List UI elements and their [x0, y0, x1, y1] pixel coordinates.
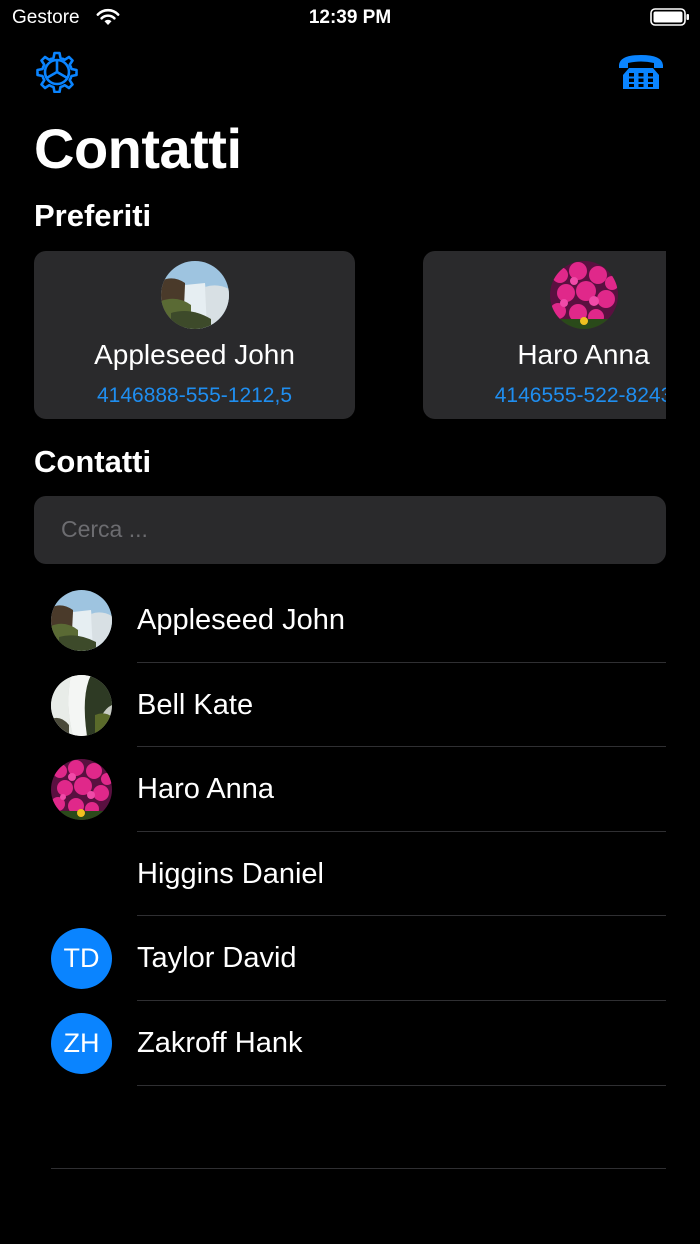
battery-icon: [650, 8, 689, 26]
list-item[interactable]: TD Taylor David: [0, 916, 700, 1001]
contact-list: Appleseed John Bell Kate Haro Anna Higgi…: [0, 578, 700, 1086]
list-item[interactable]: Higgins Daniel: [0, 832, 700, 917]
status-bar: Gestore 12:39 PM: [0, 0, 700, 36]
favorite-name: Appleseed John: [94, 339, 295, 370]
avatar: [160, 261, 229, 329]
waterfall-photo: [160, 261, 229, 329]
clock: 12:39 PM: [308, 7, 392, 28]
river-photo: [51, 674, 112, 736]
favorites-heading: Preferiti: [34, 198, 152, 233]
gear-icon[interactable]: [36, 51, 78, 93]
favorites-carousel[interactable]: Appleseed John 4146888-555-1212,5 Haro A…: [34, 251, 666, 421]
divider: [137, 1084, 666, 1086]
contact-name: Taylor David: [137, 942, 297, 975]
avatar: [549, 261, 618, 329]
favorite-card-appleseed[interactable]: Appleseed John 4146888-555-1212,5: [34, 251, 355, 419]
contact-name: Haro Anna: [137, 773, 275, 806]
contacts-heading: Contatti: [34, 444, 152, 479]
contact-name: Higgins Daniel: [137, 857, 324, 890]
contact-name: Zakroff Hank: [137, 1026, 303, 1059]
search-input[interactable]: Cerca ...: [34, 496, 666, 564]
flowers-photo: [51, 759, 112, 821]
list-item[interactable]: Appleseed John: [0, 578, 700, 663]
list-item[interactable]: ZH Zakroff Hank: [0, 1001, 700, 1086]
contact-name: Bell Kate: [137, 688, 254, 721]
avatar-initials: ZH: [51, 1012, 112, 1074]
favorite-phone[interactable]: 4146888-555-1212,5: [34, 384, 355, 408]
avatar: [51, 759, 112, 821]
page-title: Contatti: [34, 117, 242, 180]
search-placeholder: Cerca ...: [61, 516, 148, 542]
favorite-name: Haro Anna: [517, 339, 650, 370]
favorite-card-haro[interactable]: Haro Anna 4146555-522-8243: [423, 251, 666, 419]
flowers-photo: [549, 261, 618, 329]
phone-icon[interactable]: [616, 52, 666, 92]
favorite-phone[interactable]: 4146555-522-8243: [423, 384, 666, 408]
avatar: [51, 590, 112, 651]
avatar: [51, 674, 112, 736]
divider: [51, 1168, 666, 1169]
list-item[interactable]: Bell Kate: [0, 663, 700, 748]
contact-name: Appleseed John: [137, 604, 345, 636]
list-item[interactable]: Haro Anna: [0, 747, 700, 832]
avatar-initials: TD: [51, 928, 112, 990]
waterfall-photo: [51, 590, 112, 651]
